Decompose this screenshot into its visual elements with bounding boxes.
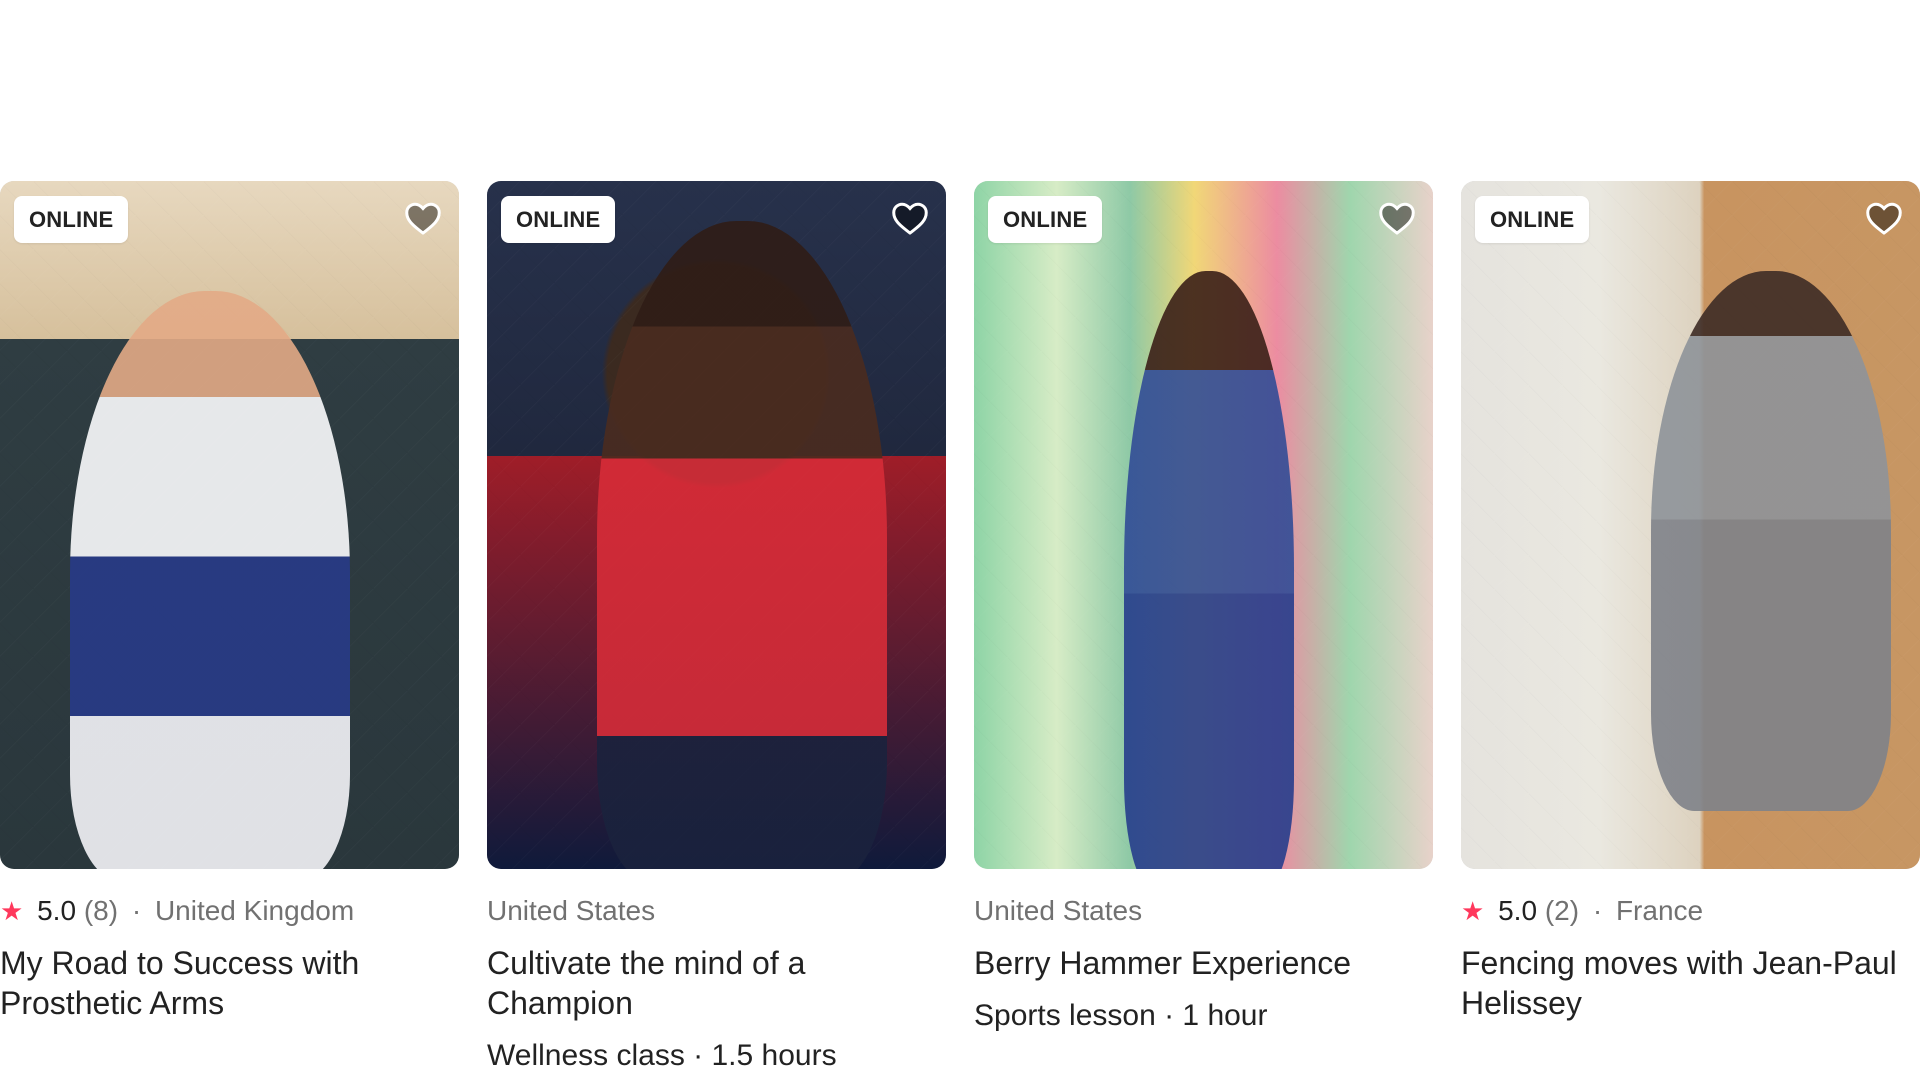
experience-image[interactable]: ONLINE <box>0 181 459 869</box>
card-meta: ★ 5.0 (8) · United Kingdom <box>0 893 459 929</box>
online-badge: ONLINE <box>1475 196 1590 243</box>
heart-icon <box>403 198 443 238</box>
card-meta: United States <box>974 893 1433 929</box>
meta-separator: · <box>1592 895 1603 926</box>
experience-card[interactable]: ONLINE United States Berry Hammer Experi… <box>974 181 1433 1075</box>
heart-icon <box>1864 198 1904 238</box>
card-meta: ★ 5.0 (2) · France <box>1461 893 1920 929</box>
experience-card-grid: ONLINE ★ 5.0 (8) · United Kingdom My Roa… <box>0 181 1920 1075</box>
meta-separator: · <box>131 895 142 926</box>
location: United States <box>974 895 1143 926</box>
star-icon: ★ <box>1461 896 1485 926</box>
save-button[interactable] <box>1862 196 1906 240</box>
heart-icon <box>890 198 930 238</box>
experience-image[interactable]: ONLINE <box>1461 181 1920 869</box>
experience-card[interactable]: ONLINE ★ 5.0 (8) · United Kingdom My Roa… <box>0 181 459 1075</box>
online-badge: ONLINE <box>501 196 616 243</box>
star-icon: ★ <box>0 896 24 926</box>
experience-subtitle: Sports lesson · 1 hour <box>974 999 1268 1032</box>
experience-subtitle: Wellness class · 1.5 hours <box>487 1039 837 1072</box>
experience-image[interactable]: ONLINE <box>974 181 1433 869</box>
experiences-page: ONLINE ★ 5.0 (8) · United Kingdom My Roa… <box>0 0 1920 1087</box>
athlete-figure <box>70 291 350 869</box>
location: United Kingdom <box>154 895 355 926</box>
save-button[interactable] <box>888 196 932 240</box>
experience-image[interactable]: ONLINE <box>487 181 946 869</box>
location: France <box>1615 895 1704 926</box>
save-button[interactable] <box>401 196 445 240</box>
experience-title[interactable]: My Road to Success with Prosthetic Arms <box>0 943 459 1023</box>
location: United States <box>487 895 656 926</box>
athlete-figure <box>1124 271 1294 869</box>
save-button[interactable] <box>1375 196 1419 240</box>
experience-title[interactable]: Berry Hammer Experience <box>974 943 1433 983</box>
athlete-figure <box>1651 271 1891 811</box>
card-meta: United States <box>487 893 946 929</box>
experience-card[interactable]: ONLINE ★ 5.0 (2) · France Fencing moves … <box>1461 181 1920 1075</box>
experience-card[interactable]: ONLINE United States Cultivate the mind … <box>487 181 946 1075</box>
experience-title[interactable]: Fencing moves with Jean-Paul Helissey <box>1461 943 1920 1023</box>
experience-title[interactable]: Cultivate the mind of a Champion <box>487 943 946 1023</box>
review-count: (8) <box>83 895 119 926</box>
online-badge: ONLINE <box>988 196 1103 243</box>
heart-icon <box>1377 198 1417 238</box>
rating-value: 5.0 <box>1498 895 1538 926</box>
rating-value: 5.0 <box>37 895 77 926</box>
online-badge: ONLINE <box>14 196 129 243</box>
athlete-figure <box>597 221 887 869</box>
review-count: (2) <box>1544 895 1580 926</box>
